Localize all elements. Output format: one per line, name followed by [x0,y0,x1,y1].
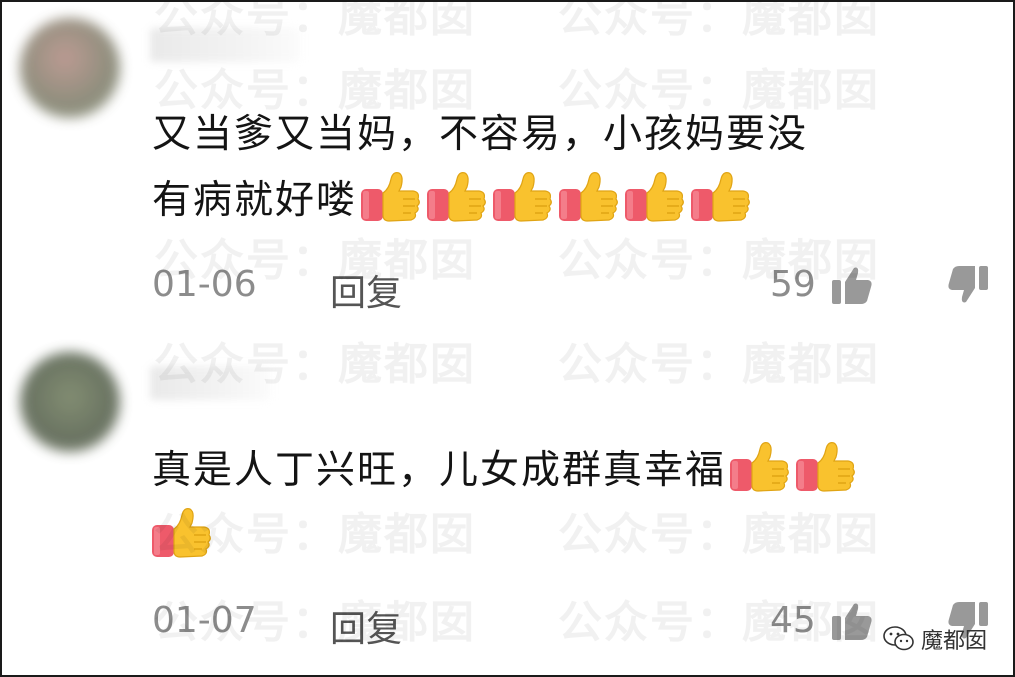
comment-text: 真是人丁兴旺，儿女成群真幸福 [152,438,1002,570]
comment-date: 01-07 [152,600,257,641]
thumbs-up-emoji-row [726,442,858,493]
comment-item-1: 又当爹又当妈，不容易，小孩妈要没 有病就好喽 01-06 回复 59 [2,2,1013,332]
username-blurred[interactable] [150,28,300,62]
comment-item-2: 真是人丁兴旺，儿女成群真幸福 01-07 回复 45 [2,332,1013,675]
thumbs-up-emoji [361,172,420,222]
like-count: 59 [770,264,816,305]
reply-button[interactable]: 回复 [330,600,402,652]
avatar[interactable] [20,18,120,118]
thumbs-up-emoji [427,172,486,222]
thumbs-up-emoji-row [148,508,214,559]
brand-badge: 魔都囡 [883,623,987,655]
thumbs-up-emoji [559,172,618,222]
avatar[interactable] [20,352,120,452]
screenshot-frame: 公众号：魔都囡 公众号：魔都囡 公众号：魔都囡 公众号：魔都囡 公众号：魔都囡 公众号：魔… [0,0,1015,677]
thumbs-up-emoji [691,172,750,222]
thumbs-up-emoji [796,442,855,492]
thumbs-up-emoji [152,508,211,558]
like-icon[interactable] [830,264,874,306]
thumbs-up-emoji [625,172,684,222]
comment-text-line2: 有病就好喽 [152,178,358,223]
username-blurred[interactable] [150,366,270,400]
like-count: 45 [770,600,816,641]
dislike-icon[interactable] [946,264,990,306]
thumbs-up-emoji [493,172,552,222]
comment-text: 又当爹又当妈，不容易，小孩妈要没 有病就好喽 [152,102,992,234]
comment-text-line1: 真是人丁兴旺，儿女成群真幸福 [152,448,727,493]
thumbs-up-emoji [730,442,789,492]
comment-text-line1: 又当爹又当妈，不容易，小孩妈要没 [152,112,809,157]
brand-name: 魔都囡 [920,629,987,654]
like-icon[interactable] [830,600,874,642]
wechat-icon [883,626,914,651]
comment-date: 01-06 [152,264,257,305]
thumbs-up-emoji-row [357,172,753,223]
reply-button[interactable]: 回复 [330,264,402,316]
